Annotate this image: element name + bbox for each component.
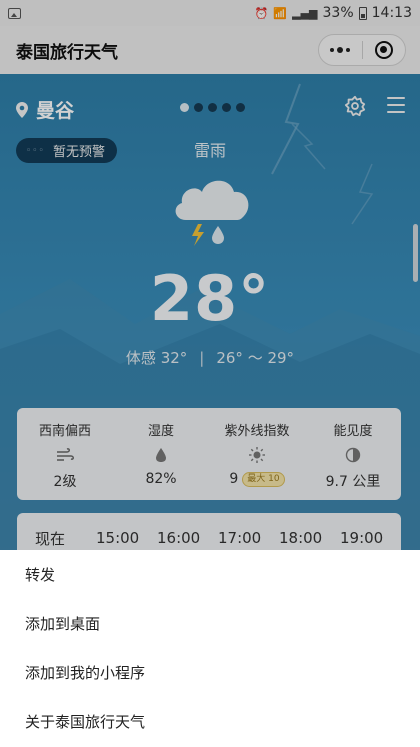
action-add-to-my-mini-programs[interactable]: 添加到我的小程序 <box>0 648 420 697</box>
action-forward[interactable]: 转发 <box>0 550 420 599</box>
action-sheet: 转发 添加到桌面 添加到我的小程序 关于泰国旅行天气 <box>0 550 420 747</box>
action-add-to-desktop[interactable]: 添加到桌面 <box>0 599 420 648</box>
action-about[interactable]: 关于泰国旅行天气 <box>0 697 420 746</box>
dim-overlay[interactable] <box>0 0 420 550</box>
